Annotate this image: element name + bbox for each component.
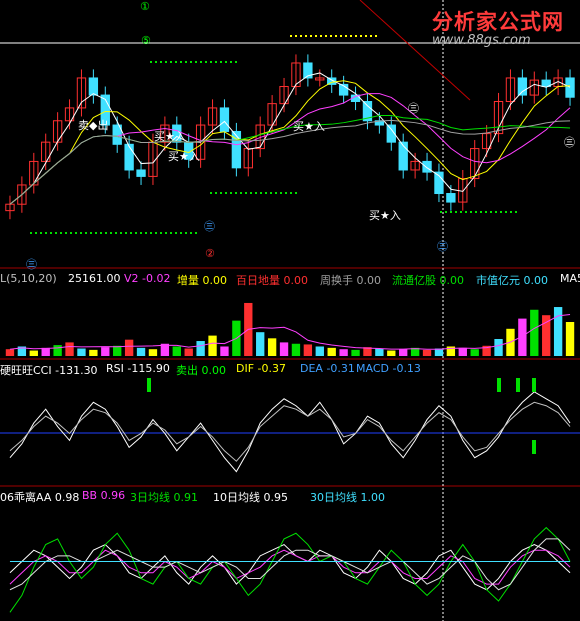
- vol-baiding: 百日地量 0.00: [236, 274, 308, 287]
- vol-zhouhuanshou: 周换手 0.00: [320, 274, 381, 287]
- volume-bar: [470, 349, 479, 356]
- ma-bb: BB 0.96: [82, 489, 126, 502]
- volume-bar: [196, 341, 205, 356]
- signal-buy: 买★入: [293, 120, 325, 133]
- signal-bar: [532, 440, 536, 454]
- volume-bar: [256, 332, 265, 356]
- volume-bar: [136, 347, 146, 356]
- brand-watermark: 分析家公式网: [432, 10, 564, 34]
- candle-body: [124, 143, 134, 171]
- volume-bar: [530, 309, 539, 356]
- vol-ma5: MA5: [560, 272, 580, 285]
- ma-3: 3日均线 0.91: [130, 491, 198, 504]
- candle-body: [136, 169, 146, 177]
- candle-body: [446, 193, 456, 203]
- volume-bar: [220, 346, 229, 356]
- candle-body: [565, 77, 575, 98]
- ma-series-line: [9, 526, 571, 613]
- ma-aa: 06乖离AA 0.98: [0, 491, 80, 504]
- volume-bar: [29, 350, 38, 356]
- candle-body: [517, 77, 528, 96]
- candle-body: [219, 107, 230, 132]
- candle-body: [88, 77, 99, 96]
- ind-macd: MACD -0.13: [356, 362, 421, 375]
- volume-bar: [565, 322, 575, 356]
- vol-liutong: 流通亿股 0.00: [392, 274, 464, 287]
- stock-chart: [0, 0, 580, 621]
- ma-series-line: [9, 543, 571, 591]
- ma-series-line: [9, 549, 571, 585]
- marker-circle-1: ①: [140, 0, 150, 13]
- candle-body: [422, 160, 432, 173]
- signal-bar: [516, 378, 520, 392]
- volume-bar: [148, 349, 158, 356]
- volume-bar: [375, 348, 384, 356]
- indicator-line: [9, 391, 571, 473]
- marker-circle-3d: ㊂: [408, 102, 419, 115]
- marker-circle-3a: ㊂: [26, 258, 37, 271]
- signal-bar: [532, 378, 536, 392]
- ma-series-line: [9, 538, 571, 591]
- volume-bar: [113, 345, 122, 356]
- volume-bar: [327, 347, 336, 356]
- volume-panel: [5, 302, 575, 356]
- ma-10: 10日均线 0.95: [213, 491, 288, 504]
- vol-v2: V2 -0.02: [124, 272, 171, 285]
- ind-maichu: 卖出 0.00: [176, 364, 226, 377]
- volume-bar: [267, 338, 277, 356]
- marker-circle-2: ②: [205, 247, 215, 260]
- ind-cci: 硬旺旺CCI -131.30: [0, 364, 98, 377]
- volume-bar: [351, 349, 360, 356]
- volume-bar: [101, 347, 110, 356]
- marker-circle-3b: ㊂: [204, 220, 215, 233]
- volume-bar: [458, 347, 467, 356]
- vol-shizhi: 市值亿元 0.00: [476, 274, 548, 287]
- volume-bar: [422, 349, 432, 356]
- ind-rsi: RSI -115.90: [106, 362, 170, 375]
- ind-dea: DEA -0.31: [300, 362, 355, 375]
- vol-value: 25161.00: [68, 272, 121, 285]
- indicator-panel: [9, 378, 571, 473]
- volume-bar: [303, 344, 313, 356]
- marker-circle-3c: ㊂: [437, 240, 448, 253]
- marker-circle-3e: ㊂: [564, 136, 575, 149]
- volume-bar: [494, 339, 503, 356]
- volume-bar: [279, 342, 289, 356]
- volume-bar: [553, 307, 563, 356]
- vol-zengliang: 增量 0.00: [177, 274, 227, 287]
- volume-bar: [291, 343, 301, 356]
- volume-bar: [208, 335, 217, 356]
- volume-bar: [339, 349, 348, 356]
- volume-bar: [89, 349, 98, 356]
- url-watermark: www.88gs.com: [432, 33, 531, 48]
- vol-params: L(5,10,20): [0, 272, 57, 285]
- volume-ma-line: [9, 314, 571, 350]
- volume-bar: [124, 339, 134, 356]
- signal-buy: 买★入: [154, 130, 186, 143]
- volume-bar: [399, 349, 408, 356]
- signal-buy: 买★入: [369, 209, 401, 222]
- volume-bar: [53, 345, 62, 356]
- ma-panel: [9, 526, 571, 613]
- signal-bar: [497, 378, 501, 392]
- signal-bar: [147, 378, 151, 392]
- marker-circle-5: ⑤: [141, 34, 151, 47]
- signal-buy: 买★入: [168, 150, 200, 163]
- signal-sell: 卖◆出: [78, 119, 109, 132]
- volume-bar: [77, 348, 86, 356]
- volume-bar: [315, 346, 324, 356]
- volume-bar: [65, 342, 74, 356]
- volume-bar: [387, 350, 396, 356]
- price-ma-line: [9, 80, 571, 205]
- indicator-line: [9, 401, 571, 462]
- ind-dif: DIF -0.37: [236, 362, 286, 375]
- volume-bar: [542, 315, 551, 356]
- volume-bar: [172, 346, 181, 356]
- ma-30: 30日均线 1.00: [310, 491, 385, 504]
- volume-bar: [184, 348, 193, 356]
- volume-bar: [5, 349, 15, 356]
